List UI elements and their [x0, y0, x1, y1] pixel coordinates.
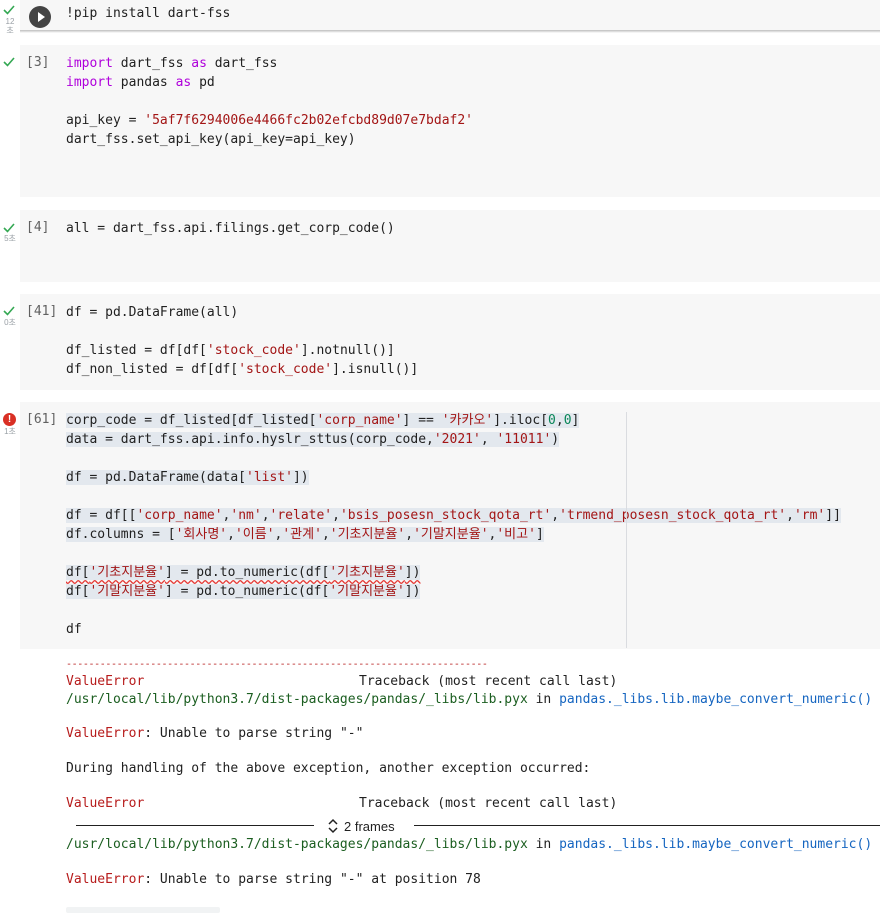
elapsed-time: 5초 [4, 234, 16, 243]
success-check-icon [3, 4, 15, 16]
code-line: corp_code = df_listed[df_listed['corp_na… [66, 413, 580, 428]
search-stack-overflow-button[interactable] [66, 907, 220, 913]
code-line: df['기초지분율'] = pd.to_numeric(df['기초지분율']) [66, 565, 421, 580]
output-line: ValueError: Unable to parse string "-" a… [66, 872, 481, 887]
traceback-header: Traceback (most recent call last) [359, 796, 618, 811]
frames-label: 2 frames [344, 818, 395, 834]
error-icon: ! [3, 413, 16, 426]
expand-collapse-icon [328, 818, 338, 834]
output-separator: ----------------------------------------… [66, 659, 488, 670]
divider [76, 825, 314, 826]
code-line: data = dart_fss.api.info.hyslr_sttus(cor… [66, 432, 560, 447]
traceback-header: Traceback (most recent call last) [359, 674, 618, 689]
code-line: df_listed = df[df['stock_code'].notnull(… [66, 343, 395, 358]
execution-count: [4] [26, 220, 50, 235]
output-line: /usr/local/lib/python3.7/dist-packages/p… [66, 837, 873, 852]
output-line: ValueError [66, 796, 145, 811]
run-cell-button[interactable] [29, 6, 51, 28]
play-icon [37, 12, 45, 22]
code-line: all = dart_fss.api.filings.get_corp_code… [66, 221, 395, 236]
execution-count: [41] [26, 304, 58, 319]
code-line: df = pd.DataFrame(all) [66, 305, 239, 320]
traceback-file-link[interactable]: /usr/local/lib/python3.7/dist-packages/p… [66, 837, 528, 852]
code-line: import pandas as pd [66, 75, 215, 90]
output-line: ValueError: Unable to parse string "-" [66, 726, 364, 741]
code-line: df = df[['corp_name','nm','relate','bsis… [66, 508, 841, 523]
traceback-func-link[interactable]: pandas._libs.lib.maybe_convert_numeric() [559, 692, 872, 707]
code-line: df_non_listed = df[df['stock_code'].isnu… [66, 362, 419, 377]
success-check-icon [3, 56, 15, 68]
code-line: df = pd.DataFrame(data['list']) [66, 470, 309, 485]
success-check-icon [3, 305, 15, 317]
code-cell-get-corp-code[interactable]: 5초 [4] all = dart_fss.api.filings.get_co… [0, 210, 880, 282]
code-line: !pip install dart-fss [66, 6, 231, 21]
code-line: df [66, 622, 82, 637]
code-line: api_key = '5af7f6294006e4466fc2b02efcbd8… [66, 113, 474, 128]
elapsed-time: 12 초 [5, 17, 15, 35]
success-check-icon [3, 222, 15, 234]
code-line: import dart_fss as dart_fss [66, 56, 278, 71]
traceback-func-link[interactable]: pandas._libs.lib.maybe_convert_numeric() [559, 837, 872, 852]
frames-toggle-row: 2 frames [76, 816, 880, 836]
output-line: ValueError [66, 674, 145, 689]
expand-frames-button[interactable]: 2 frames [328, 816, 395, 836]
cell-divider [20, 30, 880, 33]
elapsed-time: 0초 [4, 318, 16, 327]
traceback-file-link[interactable]: /usr/local/lib/python3.7/dist-packages/p… [66, 692, 528, 707]
output-line: /usr/local/lib/python3.7/dist-packages/p… [66, 692, 873, 707]
output-line: During handling of the above exception, … [66, 761, 591, 776]
code-line: df['기말지분율'] = pd.to_numeric(df['기말지분율']) [66, 584, 421, 599]
code-cell-dataframe[interactable]: 0초 [41] df = pd.DataFrame(all) df_listed… [0, 294, 880, 390]
execution-count: [61] [26, 412, 58, 427]
code-cell-shareholders[interactable]: ! 1초 [61] corp_code = df_listed[df_liste… [0, 402, 880, 649]
divider [414, 825, 880, 826]
code-line: dart_fss.set_api_key(api_key=api_key) [66, 132, 356, 147]
editor-ruler [626, 412, 627, 648]
code-line: df.columns = ['회사명','이름','관계','기초지분율','기… [66, 527, 544, 542]
elapsed-time: 1초 [4, 427, 16, 436]
code-cell-pip-install[interactable]: 12 초 !pip install dart-fss [0, 0, 880, 36]
code-cell-imports[interactable]: [3] import dart_fss as dart_fss import p… [0, 45, 880, 197]
execution-count: [3] [26, 55, 50, 70]
